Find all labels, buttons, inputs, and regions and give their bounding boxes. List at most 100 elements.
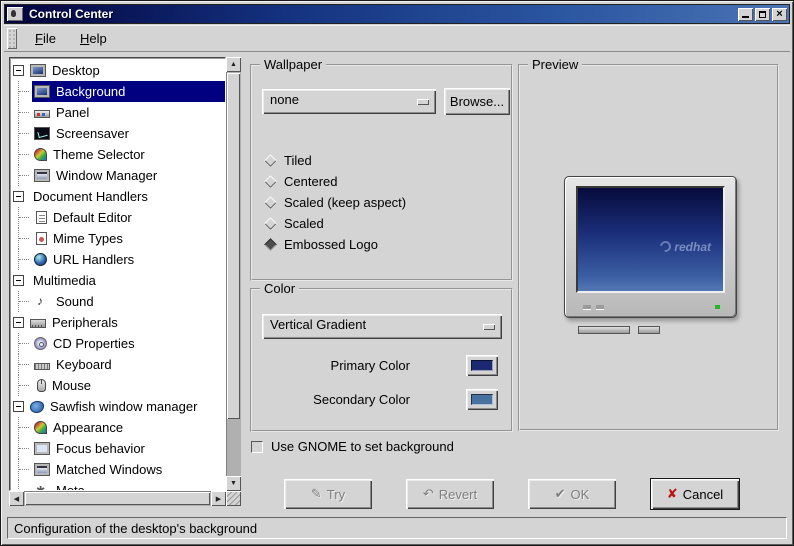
tree-vertical-scrollbar[interactable]: ▲ ▼ (226, 57, 241, 491)
peripherals-icon (30, 319, 46, 328)
window-menu-icon[interactable] (7, 7, 23, 21)
checkbox-icon[interactable] (251, 440, 263, 453)
wallpaper-group: Wallpaper none Browse... Tiled Centered … (250, 57, 513, 281)
tree-item-desktop[interactable]: Desktop (10, 60, 225, 81)
tree-item-theme-selector[interactable]: Theme Selector (10, 144, 225, 165)
wallpaper-dropdown[interactable]: none (262, 89, 436, 114)
menu-file[interactable]: File (23, 28, 68, 49)
ok-button[interactable]: ✔ OK (528, 479, 616, 509)
control-center-window: Control Center × File Help Desktop Backg… (0, 0, 794, 546)
expander-icon[interactable] (13, 191, 24, 202)
secondary-color-label: Secondary Color (313, 391, 410, 407)
scrollbar-corner-grip[interactable] (226, 491, 241, 506)
tree-item-keyboard[interactable]: Keyboard (10, 354, 225, 375)
dropdown-indicator-icon (417, 99, 429, 105)
preview-group: Preview redhat (518, 57, 779, 431)
tree-item-url-handlers[interactable]: URL Handlers (10, 249, 225, 270)
ok-icon: ✔ (554, 486, 566, 501)
minimize-button[interactable] (738, 7, 753, 21)
cancel-button[interactable]: ✘ Cancel (650, 478, 740, 510)
preview-monitor: redhat (564, 176, 737, 318)
tree-item-background[interactable]: Background (10, 81, 225, 102)
revert-button[interactable]: ↶ Revert (406, 479, 494, 509)
category-tree: Desktop Background Panel Screensaver The… (9, 57, 241, 506)
cd-properties-icon (34, 337, 47, 350)
expander-icon[interactable] (13, 65, 24, 76)
wallpaper-group-label: Wallpaper (260, 57, 327, 72)
radio-embossed-logo[interactable]: Embossed Logo (264, 236, 378, 253)
sawfish-icon (30, 400, 44, 413)
meta-icon (34, 484, 50, 490)
theme-selector-icon (34, 148, 47, 161)
tree-item-meta[interactable]: Meta (10, 480, 225, 490)
tree-item-mime-types[interactable]: Mime Types (10, 228, 225, 249)
tree-item-sound[interactable]: Sound (10, 291, 225, 312)
secondary-color-button[interactable] (466, 388, 498, 410)
scroll-up-icon[interactable]: ▲ (226, 57, 241, 72)
browse-button[interactable]: Browse... (444, 88, 510, 115)
gradient-dropdown[interactable]: Vertical Gradient (262, 314, 502, 339)
radio-centered[interactable]: Centered (264, 173, 337, 190)
maximize-icon (759, 10, 766, 18)
menu-help[interactable]: Help (68, 28, 119, 49)
wallpaper-dropdown-value: none (270, 92, 299, 107)
url-handlers-icon (34, 253, 47, 266)
titlebar[interactable]: Control Center × (4, 4, 790, 24)
tree-item-default-editor[interactable]: Default Editor (10, 207, 225, 228)
expander-icon[interactable] (13, 401, 24, 412)
color-group: Color Vertical Gradient Primary Color Se… (250, 281, 513, 432)
redhat-logo: redhat (658, 238, 711, 255)
try-icon: ✎ (310, 486, 322, 501)
background-icon (34, 85, 50, 98)
monitor-button-icon (583, 305, 591, 309)
horizontal-scroll-thumb[interactable] (25, 492, 210, 505)
scroll-left-icon[interactable]: ◀ (9, 491, 24, 506)
tree-item-mouse[interactable]: Mouse (10, 375, 225, 396)
desktop-icon (30, 64, 46, 77)
menubar-grip[interactable] (7, 28, 17, 49)
radio-selected-icon (264, 238, 277, 251)
maximize-button[interactable] (755, 7, 770, 21)
radio-icon (264, 175, 277, 188)
preview-screen: redhat (576, 186, 725, 293)
tree-item-panel[interactable]: Panel (10, 102, 225, 123)
radio-icon (264, 154, 277, 167)
tree-item-matched-windows[interactable]: Matched Windows (10, 459, 225, 480)
revert-icon: ↶ (422, 486, 434, 501)
scroll-down-icon[interactable]: ▼ (226, 476, 241, 491)
sound-icon (34, 294, 50, 308)
tree-item-window-manager[interactable]: Window Manager (10, 165, 225, 186)
tree-item-peripherals[interactable]: Peripherals (10, 312, 225, 333)
keyboard-icon (34, 362, 50, 370)
preview-keyboard (578, 326, 630, 334)
tree-item-sawfish[interactable]: Sawfish window manager (10, 396, 225, 417)
scroll-right-icon[interactable]: ▶ (211, 491, 226, 506)
minimize-icon (742, 16, 749, 18)
close-button[interactable]: × (772, 7, 787, 21)
radio-icon (264, 217, 277, 230)
tree-item-appearance[interactable]: Appearance (10, 417, 225, 438)
tree-item-document-handlers[interactable]: Document Handlers (10, 186, 225, 207)
try-button[interactable]: ✎ Try (284, 479, 372, 509)
secondary-color-swatch (471, 393, 493, 405)
gradient-dropdown-value: Vertical Gradient (270, 317, 367, 332)
mouse-icon (37, 379, 46, 392)
radio-tiled[interactable]: Tiled (264, 152, 312, 169)
tree-item-focus-behavior[interactable]: Focus behavior (10, 438, 225, 459)
tree-item-cd-properties[interactable]: CD Properties (10, 333, 225, 354)
primary-color-button[interactable] (466, 354, 498, 376)
radio-scaled-keep-aspect[interactable]: Scaled (keep aspect) (264, 194, 406, 211)
use-gnome-checkbox-row[interactable]: Use GNOME to set background (251, 439, 454, 454)
power-led-icon (715, 305, 720, 309)
primary-color-label: Primary Color (330, 357, 410, 373)
focus-behavior-icon (34, 442, 50, 455)
tree-item-screensaver[interactable]: Screensaver (10, 123, 225, 144)
tree-item-multimedia[interactable]: Multimedia (10, 270, 225, 291)
expander-icon[interactable] (13, 275, 24, 286)
tree-horizontal-scrollbar[interactable]: ◀ ▶ (9, 491, 226, 506)
vertical-scroll-thumb[interactable] (227, 73, 240, 419)
radio-scaled[interactable]: Scaled (264, 215, 324, 232)
preview-mouse (638, 326, 660, 334)
tree-list: Desktop Background Panel Screensaver The… (9, 57, 226, 491)
expander-icon[interactable] (13, 317, 24, 328)
